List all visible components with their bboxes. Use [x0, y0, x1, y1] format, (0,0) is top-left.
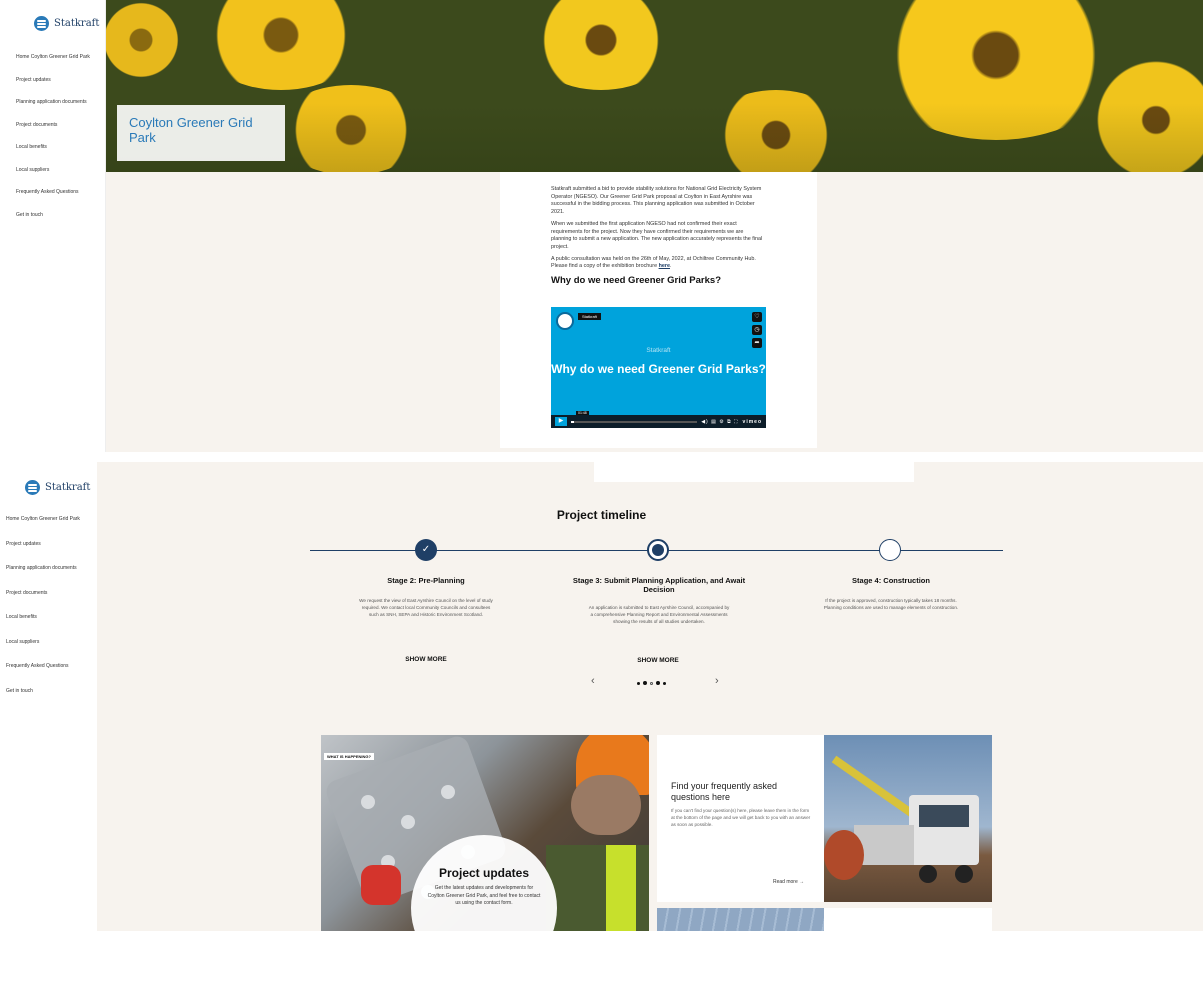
sidebar-item-planning-documents[interactable]: Planning application documents: [16, 99, 102, 106]
sidebar-item-get-in-touch[interactable]: Get in touch: [6, 688, 94, 695]
stage-current-dot[interactable]: [647, 539, 669, 561]
sidebar: Statkraft Home Coylton Greener Grid Park…: [0, 0, 106, 452]
video-progress[interactable]: [571, 420, 698, 423]
sidebar-item-local-benefits[interactable]: Local benefits: [6, 614, 94, 621]
timeline-title: Project timeline: [556, 508, 647, 522]
volume-settings-fullscreen-icons[interactable]: ◀) ▤ ⚙ ⧉ ⛶: [701, 419, 738, 425]
sidebar-nav: Home Coylton Greener Grid Park Project u…: [16, 54, 102, 234]
carousel-dots[interactable]: [637, 681, 666, 685]
next-arrow-icon[interactable]: ›: [715, 675, 719, 687]
statkraft-logo-icon: [25, 480, 40, 495]
brochure-link[interactable]: here: [659, 263, 670, 269]
statkraft-logo-icon: [34, 16, 49, 31]
faq-description: If you can't find your question(s) here,…: [671, 808, 811, 827]
sidebar-item-home[interactable]: Home Coylton Greener Grid Park: [16, 54, 102, 61]
carousel-dot[interactable]: [663, 681, 666, 685]
video-player[interactable]: Statkraft ♡ ◷ ➦ Statkraft Why do we need…: [551, 307, 766, 428]
play-icon[interactable]: ▶: [555, 417, 567, 426]
carousel-dot-empty[interactable]: [650, 681, 653, 685]
article-heading: Why do we need Greener Grid Parks?: [551, 275, 721, 287]
sidebar-item-faq[interactable]: Frequently Asked Questions: [6, 663, 94, 670]
like-icon[interactable]: ♡: [752, 312, 762, 322]
sidebar-item-local-suppliers[interactable]: Local suppliers: [16, 167, 102, 174]
sidebar-nav: Home Coylton Greener Grid Park Project u…: [6, 516, 94, 712]
sidebar: Statkraft Home Coylton Greener Grid Park…: [0, 462, 97, 931]
stage-description: We request the view of East Ayrshire Cou…: [359, 598, 493, 617]
sidebar-item-project-documents[interactable]: Project documents: [6, 590, 94, 597]
stage-title: Stage 2: Pre-Planning: [387, 576, 465, 585]
sidebar-item-local-suppliers[interactable]: Local suppliers: [6, 639, 94, 646]
updates-title[interactable]: Project updates: [411, 866, 557, 880]
prev-arrow-icon[interactable]: ‹: [591, 675, 595, 687]
stage-description: An application is submitted to East Ayrs…: [588, 605, 730, 624]
stage-title: Stage 4: Construction: [852, 576, 930, 585]
vimeo-logo[interactable]: vimeo: [743, 419, 762, 425]
main-content: [97, 462, 1203, 931]
carousel-dot-active[interactable]: [656, 681, 660, 685]
sidebar-item-planning-documents[interactable]: Planning application documents: [6, 565, 94, 572]
solar-image-card[interactable]: [657, 908, 824, 931]
stage-title: Stage 3: Submit Planning Application, an…: [572, 576, 746, 594]
show-more-button[interactable]: SHOW MORE: [616, 657, 700, 664]
screenshot-panel-top: Statkraft Home Coylton Greener Grid Park…: [0, 0, 1203, 462]
hero-title: Coylton Greener Grid Park: [117, 105, 285, 161]
paragraph-text: A public consultation was held on the 26…: [551, 255, 756, 270]
truck-image-card[interactable]: [824, 735, 992, 902]
statkraft-logo[interactable]: Statkraft: [25, 480, 90, 495]
statkraft-logo[interactable]: Statkraft: [34, 16, 99, 31]
video-badge[interactable]: Statkraft: [578, 313, 601, 320]
sidebar-item-get-in-touch[interactable]: Get in touch: [16, 212, 102, 219]
article-paragraph: When we submitted the first application …: [551, 220, 763, 250]
video-title: Why do we need Greener Grid Parks?: [551, 362, 766, 376]
stage-description: If the project is approved, construction…: [823, 598, 959, 610]
what-is-happening-tag: WHAT IS HAPPENING?: [324, 753, 374, 760]
stage-complete-check-icon[interactable]: ✓: [415, 539, 437, 561]
video-subtitle: Statkraft: [646, 347, 671, 354]
stage-upcoming-dot[interactable]: [879, 539, 901, 561]
article-paragraph: Statkraft submitted a bid to provide sta…: [551, 186, 762, 216]
carousel-dot[interactable]: [643, 681, 647, 685]
sidebar-item-project-documents[interactable]: Project documents: [16, 122, 102, 129]
sidebar-item-project-updates[interactable]: Project updates: [16, 77, 102, 84]
video-controls: ▶ ◀) ▤ ⚙ ⧉ ⛶ vimeo: [551, 415, 766, 428]
channel-logo-icon[interactable]: [556, 312, 574, 330]
sidebar-item-project-updates[interactable]: Project updates: [6, 541, 94, 548]
updates-description: Get the latest updates and developments …: [427, 885, 541, 906]
empty-card: [824, 908, 992, 931]
article-continuation: [594, 462, 914, 482]
logo-text: Statkraft: [45, 482, 91, 493]
watch-later-icon[interactable]: ◷: [752, 325, 762, 335]
carousel-dot[interactable]: [637, 681, 640, 685]
show-more-button[interactable]: SHOW MORE: [384, 656, 468, 663]
article-paragraph: A public consultation was held on the 26…: [551, 255, 756, 270]
updates-overlay: [411, 835, 557, 981]
sidebar-item-faq[interactable]: Frequently Asked Questions: [16, 189, 102, 196]
faq-read-more-link[interactable]: Read more →: [773, 879, 804, 885]
faq-title[interactable]: Find your frequently asked questions her…: [671, 781, 816, 802]
logo-text: Statkraft: [54, 18, 100, 29]
sidebar-item-local-benefits[interactable]: Local benefits: [16, 144, 102, 151]
